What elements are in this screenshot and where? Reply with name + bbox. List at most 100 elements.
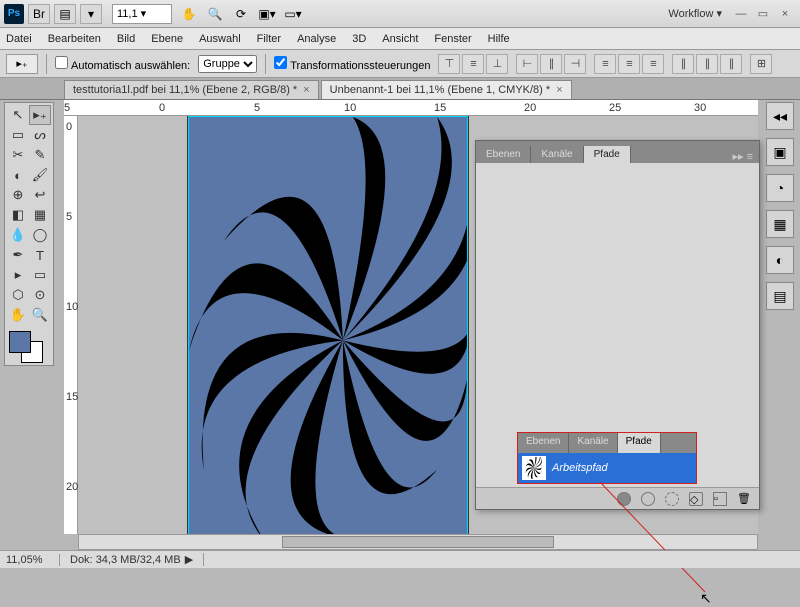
- document-tab[interactable]: testtutoria1l.pdf bei 11,1% (Ebene 2, RG…: [64, 80, 319, 99]
- bridge-button[interactable]: Br: [28, 4, 50, 24]
- hand-tool-icon[interactable]: ✋: [178, 4, 200, 24]
- view-extras-button[interactable]: ▾: [80, 4, 102, 24]
- auto-align-icon[interactable]: ⊞: [750, 54, 772, 74]
- color-panel-icon[interactable]: ◔: [766, 174, 794, 202]
- history-panel-icon[interactable]: ▣: [766, 138, 794, 166]
- callout-tab-pfade[interactable]: Pfade: [618, 433, 661, 453]
- make-workpath-icon[interactable]: ◇: [689, 492, 703, 506]
- stroke-path-icon[interactable]: [641, 492, 655, 506]
- layers-panel-icon[interactable]: ▤: [766, 282, 794, 310]
- auto-select-type[interactable]: Gruppe: [198, 55, 257, 73]
- move-tool[interactable]: ↖: [7, 105, 29, 125]
- dock-expand-icon[interactable]: ◂◂: [766, 102, 794, 130]
- mini-bridge-button[interactable]: ▤: [54, 4, 76, 24]
- load-selection-icon[interactable]: [665, 492, 679, 506]
- zoom-level-input[interactable]: 11,1 ▾: [112, 4, 172, 24]
- workspace-switcher[interactable]: Workflow ▾: [668, 7, 722, 20]
- dist-left-icon[interactable]: ∥: [672, 54, 694, 74]
- close-tab-icon[interactable]: ×: [556, 84, 562, 96]
- crop-tool[interactable]: ✂: [7, 145, 29, 165]
- menu-ansicht[interactable]: Ansicht: [382, 33, 418, 45]
- align-left-icon[interactable]: ⊢: [516, 54, 538, 74]
- dist-hcenter-icon[interactable]: ∥: [696, 54, 718, 74]
- ruler-vertical[interactable]: 0 5 10 15 20: [64, 116, 78, 534]
- align-top-icon[interactable]: ⊤: [438, 54, 460, 74]
- document-tab[interactable]: Unbenannt-1 bei 11,1% (Ebene 1, CMYK/8) …: [321, 80, 572, 99]
- history-brush-tool[interactable]: ↩: [29, 185, 51, 205]
- workspace: ↖▸₊ ▭ᔕ ✂✎ ◐🖌 ⊕↩ ◧▦ 💧◯ ✒T ▸▭ ⬡⊙ ✋🔍 5 0 5 …: [0, 100, 800, 550]
- eraser-tool[interactable]: ◧: [7, 205, 29, 225]
- color-swatches[interactable]: [7, 329, 51, 363]
- menu-auswahl[interactable]: Auswahl: [199, 33, 241, 45]
- path-list-item[interactable]: Arbeitspfad: [518, 453, 696, 483]
- artboard-tool[interactable]: ▸₊: [29, 105, 51, 125]
- delete-path-icon[interactable]: 🗑: [737, 492, 751, 506]
- restore-button[interactable]: ▭: [754, 7, 772, 20]
- menu-ebene[interactable]: Ebene: [151, 33, 183, 45]
- callout-tab-ebenen[interactable]: Ebenen: [518, 433, 569, 453]
- menu-bearbeiten[interactable]: Bearbeiten: [48, 33, 101, 45]
- menu-filter[interactable]: Filter: [257, 33, 281, 45]
- minimize-button[interactable]: —: [732, 8, 750, 20]
- screen-mode-icon[interactable]: ▭▾: [282, 4, 304, 24]
- 3d-tool[interactable]: ⬡: [7, 285, 29, 305]
- panel-tab-pfade[interactable]: Pfade: [584, 146, 631, 163]
- auto-select-checkbox[interactable]: Automatisch auswählen:: [55, 56, 190, 72]
- blur-tool[interactable]: 💧: [7, 225, 29, 245]
- arrange-documents-icon[interactable]: ▣▾: [256, 4, 278, 24]
- align-vcenter-icon[interactable]: ≡: [462, 54, 484, 74]
- status-zoom[interactable]: 11,05%: [0, 554, 60, 566]
- align-right-icon[interactable]: ⊣: [564, 54, 586, 74]
- rotate-view-icon[interactable]: ⟳: [230, 4, 252, 24]
- foreground-swatch[interactable]: [9, 331, 31, 353]
- adjustments-panel-icon[interactable]: ◐: [766, 246, 794, 274]
- menu-analyse[interactable]: Analyse: [297, 33, 336, 45]
- dodge-tool[interactable]: ◯: [29, 225, 51, 245]
- panel-tab-kanaele[interactable]: Kanäle: [531, 146, 583, 163]
- menu-3d[interactable]: 3D: [352, 33, 366, 45]
- eyedropper-tool[interactable]: ✎: [29, 145, 51, 165]
- brush-tool[interactable]: 🖌: [29, 165, 51, 185]
- dist-right-icon[interactable]: ∥: [720, 54, 742, 74]
- gradient-tool[interactable]: ▦: [29, 205, 51, 225]
- shape-tool[interactable]: ▭: [29, 265, 51, 285]
- scrollbar-horizontal[interactable]: [78, 534, 758, 550]
- type-tool[interactable]: T: [29, 245, 51, 265]
- swatches-panel-icon[interactable]: ▦: [766, 210, 794, 238]
- divider: [265, 54, 266, 74]
- dist-vcenter-icon[interactable]: ≡: [618, 54, 640, 74]
- lasso-tool[interactable]: ᔕ: [29, 125, 51, 145]
- spot-heal-tool[interactable]: ◐: [7, 165, 29, 185]
- callout-tab-kanaele[interactable]: Kanäle: [569, 433, 617, 453]
- close-tab-icon[interactable]: ×: [303, 84, 309, 96]
- align-bottom-icon[interactable]: ⊥: [486, 54, 508, 74]
- 3d-camera-tool[interactable]: ⊙: [29, 285, 51, 305]
- menu-hilfe[interactable]: Hilfe: [488, 33, 510, 45]
- ruler-horizontal[interactable]: 5 0 5 10 15 20 25 30 35: [64, 100, 758, 116]
- path-select-tool[interactable]: ▸: [7, 265, 29, 285]
- fill-path-icon[interactable]: [617, 492, 631, 506]
- menu-fenster[interactable]: Fenster: [434, 33, 471, 45]
- chevron-right-icon[interactable]: ▶: [185, 554, 193, 566]
- marquee-tool[interactable]: ▭: [7, 125, 29, 145]
- active-tool-indicator[interactable]: ▸₊: [6, 54, 38, 74]
- menu-datei[interactable]: Datei: [6, 33, 32, 45]
- dist-top-icon[interactable]: ≡: [594, 54, 616, 74]
- dist-bottom-icon[interactable]: ≡: [642, 54, 664, 74]
- status-doc-info[interactable]: Dok: 34,3 MB/32,4 MB▶: [60, 553, 204, 566]
- artboard[interactable]: [188, 116, 468, 534]
- scrollbar-thumb[interactable]: [282, 536, 553, 548]
- zoom-tool-icon[interactable]: 🔍: [204, 4, 226, 24]
- clone-tool[interactable]: ⊕: [7, 185, 29, 205]
- panel-tab-ebenen[interactable]: Ebenen: [476, 146, 531, 163]
- zoom-tool[interactable]: 🔍: [29, 305, 51, 325]
- hand-tool[interactable]: ✋: [7, 305, 29, 325]
- pen-tool[interactable]: ✒: [7, 245, 29, 265]
- menu-bild[interactable]: Bild: [117, 33, 135, 45]
- new-path-icon[interactable]: ▫: [713, 492, 727, 506]
- transform-controls-checkbox[interactable]: Transformationssteuerungen: [274, 56, 430, 72]
- panel-menu-icon[interactable]: ▸▸ ≡: [726, 150, 759, 163]
- callout-tabs: Ebenen Kanäle Pfade: [518, 433, 696, 453]
- align-hcenter-icon[interactable]: ∥: [540, 54, 562, 74]
- close-button[interactable]: ×: [776, 8, 794, 20]
